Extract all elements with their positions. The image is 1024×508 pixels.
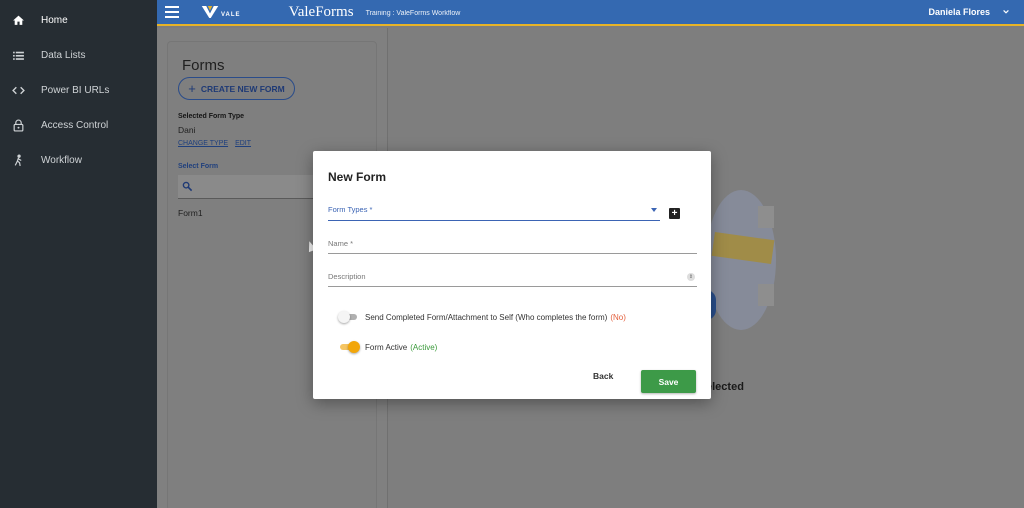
search-icon [182,181,193,192]
sidebar-item-label: Workflow [41,155,82,166]
sidebar-item-data-lists[interactable]: Data Lists [0,38,157,73]
sidebar-item-power-bi-urls[interactable]: Power BI URLs [0,73,157,108]
workflow-icon [11,154,25,168]
app-title: ValeForms [288,3,354,20]
sidebar-item-label: Access Control [41,120,109,131]
sidebar: Home Data Lists Power BI URLs Access Con… [0,0,157,508]
create-new-form-button[interactable]: + CREATE NEW FORM [178,77,295,100]
form-active-status: (Active) [410,342,438,352]
sidebar-item-label: Home [41,15,68,26]
menu-icon[interactable] [165,6,179,18]
form-type-links: CHANGE TYPE EDIT [178,140,251,147]
top-bar: VALE ValeForms Training : ValeForms Work… [157,0,1024,26]
code-icon [11,84,25,98]
back-button[interactable]: Back [593,371,613,381]
select-form-label: Select Form [178,163,219,170]
sidebar-item-workflow[interactable]: Workflow [0,143,157,178]
new-form-dialog: New Form Form Types * + Name * Descripti… [313,151,711,399]
breadcrumb: Training : ValeForms Workflow [365,10,461,17]
sidebar-item-label: Power BI URLs [41,85,110,96]
edit-link[interactable]: EDIT [235,140,251,147]
add-form-type-button[interactable]: + [669,208,680,219]
list-icon [11,49,25,63]
description-label: Description [328,272,366,281]
send-to-self-toggle[interactable] [338,311,359,323]
description-field[interactable]: Description ⇕ [328,272,697,287]
user-name: Daniela Flores [928,7,990,17]
name-field[interactable]: Name * [328,239,697,254]
placeholder-shape [758,206,774,228]
resize-handle-icon[interactable]: ⇕ [687,273,695,281]
no-form-selected-text: elected [706,381,744,393]
dialog-title: New Form [328,170,387,184]
dropdown-caret-icon [651,208,657,212]
lock-icon [11,119,25,133]
user-menu[interactable]: Daniela Flores [928,7,1010,17]
sidebar-item-label: Data Lists [41,50,86,61]
form-active-row: Form Active (Active) [338,341,437,353]
create-new-form-label: CREATE NEW FORM [200,83,285,94]
sidebar-item-home[interactable]: Home [0,3,157,38]
form-types-label: Form Types * [328,205,373,214]
logo-text: VALE [221,12,241,18]
form-active-label: Form Active [365,342,408,352]
send-to-self-label: Send Completed Form/Attachment to Self (… [365,312,608,322]
selected-form-type-value: Dani [178,125,196,135]
send-to-self-row: Send Completed Form/Attachment to Self (… [338,311,626,323]
vale-logo-mark-icon [201,6,219,18]
send-to-self-status: (No) [610,312,626,322]
placeholder-shape [758,284,774,306]
forms-title: Forms [182,57,225,74]
name-label: Name * [328,239,354,248]
vale-logo: VALE [201,5,241,19]
form-types-select[interactable]: Form Types * [328,205,660,221]
selected-form-type-label: Selected Form Type [178,113,245,120]
save-button[interactable]: Save [641,370,696,393]
change-type-link[interactable]: CHANGE TYPE [178,140,228,147]
home-icon [11,14,25,28]
plus-icon: + [188,81,196,96]
chevron-down-icon [1003,9,1009,14]
sidebar-item-access-control[interactable]: Access Control [0,108,157,143]
form-list-item[interactable]: Form1 [178,208,203,218]
form-active-toggle[interactable] [338,341,360,353]
